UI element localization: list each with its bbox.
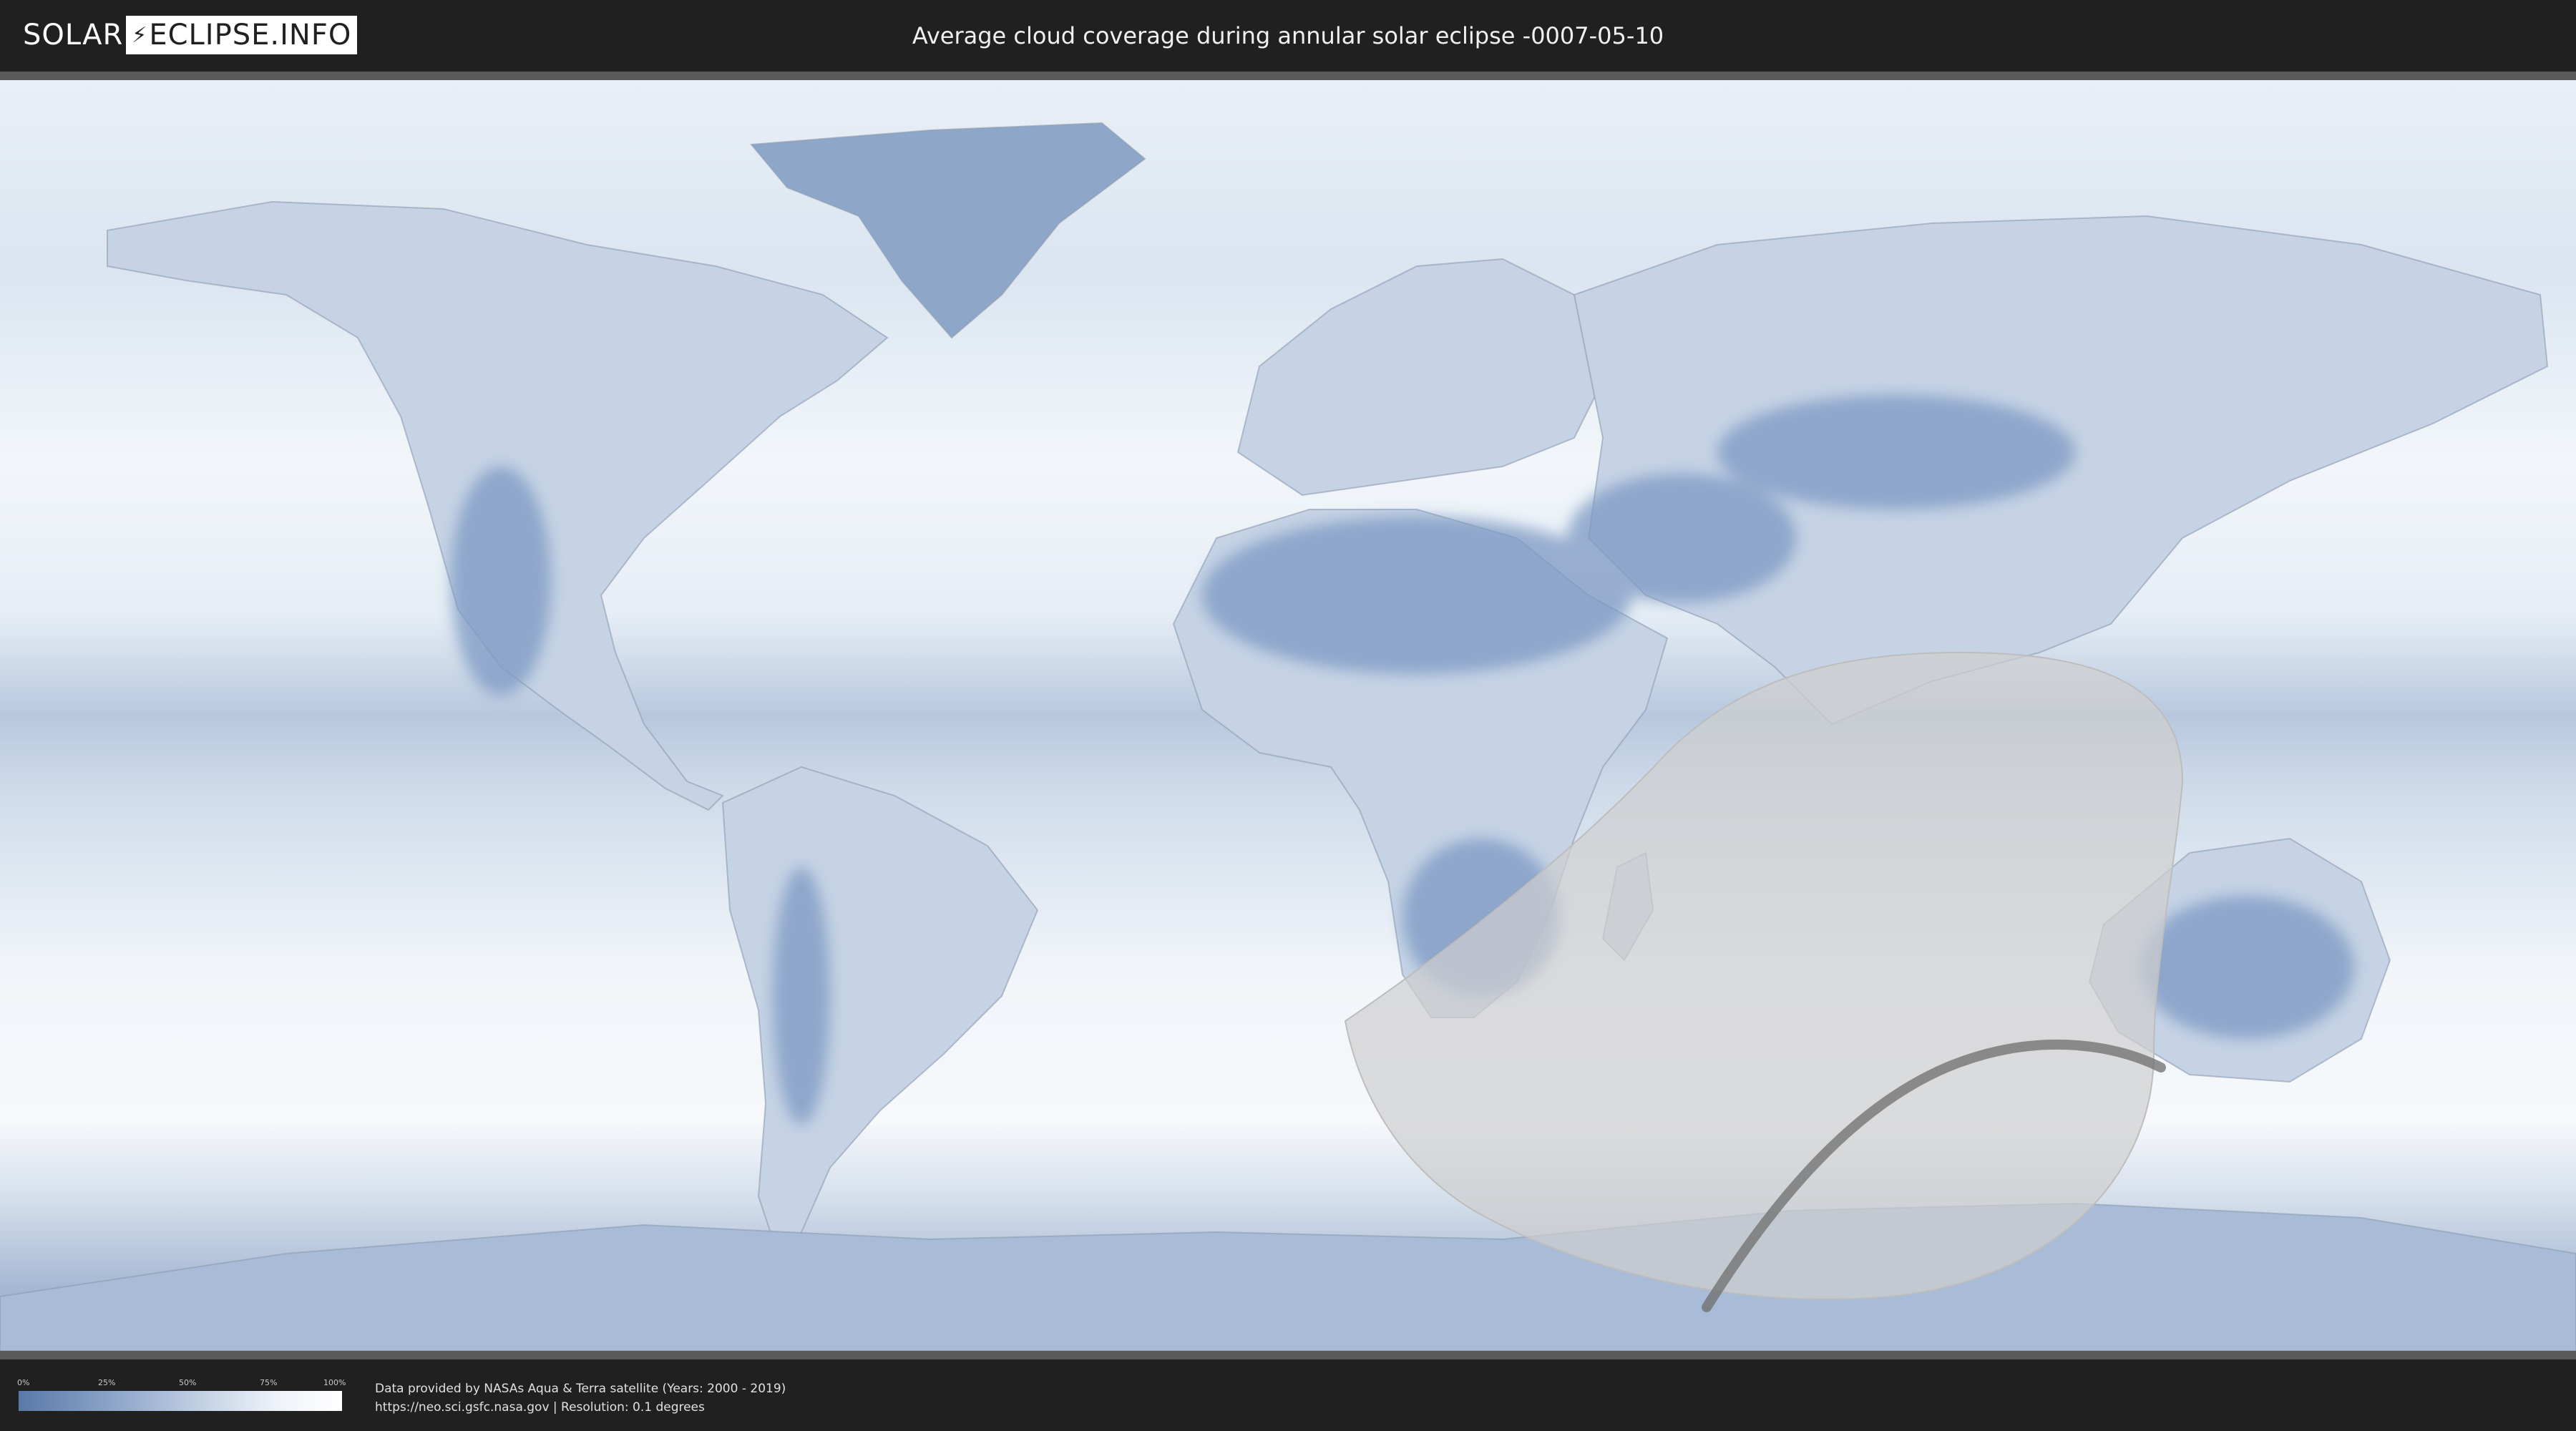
legend-tick-label: 100% [323, 1378, 346, 1387]
header-bar: SOLAR ⚡ ECLIPSE.INFO Average cloud cover… [0, 0, 2576, 72]
legend-tick-label: 0% [17, 1378, 30, 1387]
footer-bar: 0% 25% 50% 75% 100% Data provided by NASAs A… [0, 1359, 2576, 1431]
credit-line-url: https://neo.sci.gsfc.nasa.gov | Resoluti… [375, 1400, 705, 1415]
cloud-coverage-map [0, 80, 2576, 1351]
legend-color-bar [19, 1391, 342, 1411]
legend-tick-label: 75% [260, 1378, 278, 1387]
data-credit: Data provided by NASAs Aqua & Terra sate… [375, 1379, 786, 1417]
cloud-coverage-legend: 0% 25% 50% 75% 100% [17, 1378, 346, 1412]
legend-tick-label: 50% [179, 1378, 197, 1387]
map-frame [0, 72, 2576, 1359]
legend-tick-label: 25% [98, 1378, 116, 1387]
page-title: Average cloud coverage during annular so… [912, 22, 1664, 49]
credit-line-source: Data provided by NASAs Aqua & Terra sate… [375, 1382, 786, 1396]
